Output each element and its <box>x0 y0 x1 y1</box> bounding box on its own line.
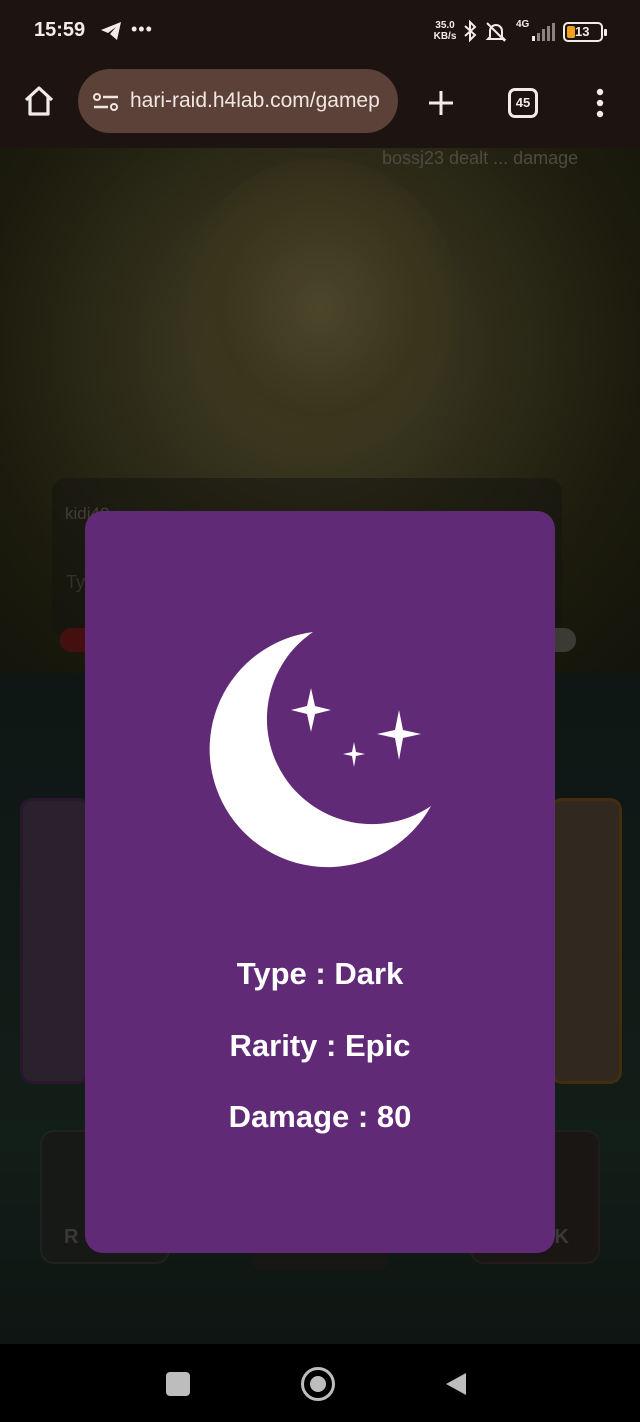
network-speed-value: 35.0 <box>435 20 455 31</box>
status-bar: 15:59 ••• 35.0 KB/s 4G 13 <box>0 0 640 64</box>
battery-tip <box>604 29 607 36</box>
telegram-icon <box>101 22 121 40</box>
network-speed: 35.0 KB/s <box>430 20 460 42</box>
status-time: 15:59 <box>34 19 86 41</box>
home-nav-dot <box>310 1376 326 1392</box>
network-speed-unit: KB/s <box>433 31 457 42</box>
home-nav-icon[interactable] <box>301 1367 335 1401</box>
battery-level: 13 <box>575 24 590 39</box>
back-icon[interactable] <box>444 1371 468 1397</box>
battery-fill <box>567 26 575 38</box>
card-detail-modal: Type : Dark Rarity : Epic Damage : 80 <box>85 511 555 1253</box>
site-settings-icon[interactable] <box>92 91 120 113</box>
system-navigation-bar <box>0 1344 640 1422</box>
browser-toolbar: hari-raid.h4lab.com/gamep 45 <box>0 64 640 148</box>
battery-icon: 13 <box>563 22 607 42</box>
card-rarity: Rarity : Epic <box>229 1028 411 1063</box>
home-icon[interactable] <box>22 84 56 118</box>
new-tab-icon[interactable] <box>424 86 458 120</box>
signal-strength-icon <box>532 23 555 41</box>
tab-switcher-button[interactable]: 45 <box>508 88 538 118</box>
overflow-menu-icon[interactable] <box>590 86 610 120</box>
more-notifications-icon: ••• <box>131 19 153 39</box>
card-damage: Damage : 80 <box>228 1099 412 1134</box>
address-bar[interactable]: hari-raid.h4lab.com/gamep <box>78 69 398 133</box>
bluetooth-icon <box>464 20 477 42</box>
crescent-moon-with-stars-icon <box>209 632 431 868</box>
notifications-muted-icon <box>485 22 507 42</box>
url-text[interactable]: hari-raid.h4lab.com/gamep <box>130 89 392 113</box>
recents-icon[interactable] <box>166 1372 190 1396</box>
card-type: Type : Dark <box>236 956 404 991</box>
